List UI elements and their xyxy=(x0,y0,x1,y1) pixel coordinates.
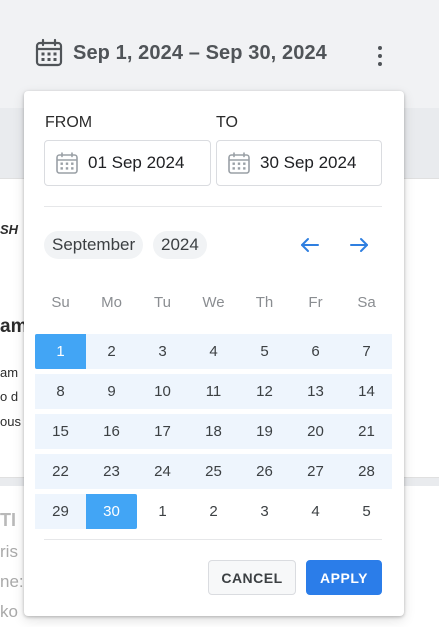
more-vert-icon[interactable] xyxy=(370,44,390,68)
calendar-day[interactable]: 11 xyxy=(188,374,239,409)
date-range-title: Sep 1, 2024 – Sep 30, 2024 xyxy=(73,41,327,64)
date-range-picker: FROM TO 01 Sep 2024 30 Sep 2024 Septembe… xyxy=(24,91,404,616)
date-range-toggle[interactable]: Sep 1, 2024 – Sep 30, 2024 xyxy=(34,38,327,68)
background-text: o d xyxy=(0,389,19,404)
calendar-day[interactable]: 10 xyxy=(137,374,188,409)
prev-month-button[interactable] xyxy=(298,234,322,256)
calendar-day-next-month[interactable]: 2 xyxy=(188,494,239,529)
calendar-day[interactable]: 27 xyxy=(290,454,341,489)
calendar-day-next-month[interactable]: 4 xyxy=(290,494,341,529)
calendar-day[interactable]: 26 xyxy=(239,454,290,489)
calendar-day[interactable]: 20 xyxy=(290,414,341,449)
calendar-day[interactable]: 7 xyxy=(341,334,392,369)
weekday-label: Mo xyxy=(101,294,122,311)
calendar-day[interactable]: 12 xyxy=(239,374,290,409)
calendar-day[interactable]: 23 xyxy=(86,454,137,489)
calendar-icon xyxy=(228,152,250,174)
calendar-day[interactable]: 28 xyxy=(341,454,392,489)
from-date-input[interactable] xyxy=(88,153,198,173)
calendar-day[interactable]: 14 xyxy=(341,374,392,409)
background-text: TI xyxy=(0,510,16,530)
background-text: ko xyxy=(0,602,18,621)
divider xyxy=(44,539,382,540)
calendar-day[interactable]: 29 xyxy=(35,494,86,529)
to-date-field[interactable] xyxy=(216,140,382,186)
calendar-day[interactable]: 15 xyxy=(35,414,86,449)
calendar-day[interactable]: 5 xyxy=(239,334,290,369)
next-month-button[interactable] xyxy=(347,234,371,256)
year-selector[interactable]: 2024 xyxy=(153,231,207,259)
to-date-input[interactable] xyxy=(260,153,370,173)
calendar-day[interactable]: 16 xyxy=(86,414,137,449)
calendar-icon xyxy=(35,38,63,67)
calendar-day[interactable]: 9 xyxy=(86,374,137,409)
calendar-day[interactable]: 30 xyxy=(86,494,137,529)
weekday-label: Fr xyxy=(308,294,323,311)
month-selector[interactable]: September xyxy=(44,231,144,259)
calendar-day[interactable]: 3 xyxy=(137,334,188,369)
calendar-day[interactable]: 22 xyxy=(35,454,86,489)
calendar-day-next-month[interactable]: 3 xyxy=(239,494,290,529)
from-label: FROM xyxy=(45,114,93,131)
calendar-day[interactable]: 2 xyxy=(86,334,137,369)
background-text: ris xyxy=(0,542,18,561)
background-text: ne: xyxy=(0,572,24,591)
calendar-day[interactable]: 6 xyxy=(290,334,341,369)
from-date-field[interactable] xyxy=(44,140,211,186)
divider xyxy=(44,206,382,207)
calendar-day[interactable]: 4 xyxy=(188,334,239,369)
calendar-day-next-month[interactable]: 1 xyxy=(137,494,188,529)
background-text: am xyxy=(0,365,19,380)
calendar-day[interactable]: 1 xyxy=(35,334,86,369)
calendar-day[interactable]: 25 xyxy=(188,454,239,489)
apply-button[interactable]: APPLY xyxy=(306,560,382,595)
calendar-day[interactable]: 21 xyxy=(341,414,392,449)
arrow-right-icon xyxy=(350,238,368,252)
calendar-day-next-month[interactable]: 5 xyxy=(341,494,392,529)
weekday-label: Th xyxy=(255,294,274,311)
weekday-label: Su xyxy=(51,294,70,311)
background-text: SH xyxy=(0,222,19,237)
calendar-day[interactable]: 13 xyxy=(290,374,341,409)
arrow-left-icon xyxy=(301,238,319,252)
calendar-day[interactable]: 18 xyxy=(188,414,239,449)
weekday-label: We xyxy=(202,294,225,311)
weekday-label: Tu xyxy=(154,294,171,311)
weekday-label: Sa xyxy=(357,294,376,311)
to-label: TO xyxy=(216,114,238,131)
calendar-day[interactable]: 17 xyxy=(137,414,188,449)
background-text: ous xyxy=(0,414,21,429)
calendar-icon xyxy=(56,152,78,174)
cancel-button[interactable]: CANCEL xyxy=(208,560,296,595)
calendar-day[interactable]: 19 xyxy=(239,414,290,449)
calendar-day[interactable]: 24 xyxy=(137,454,188,489)
calendar-day[interactable]: 8 xyxy=(35,374,86,409)
